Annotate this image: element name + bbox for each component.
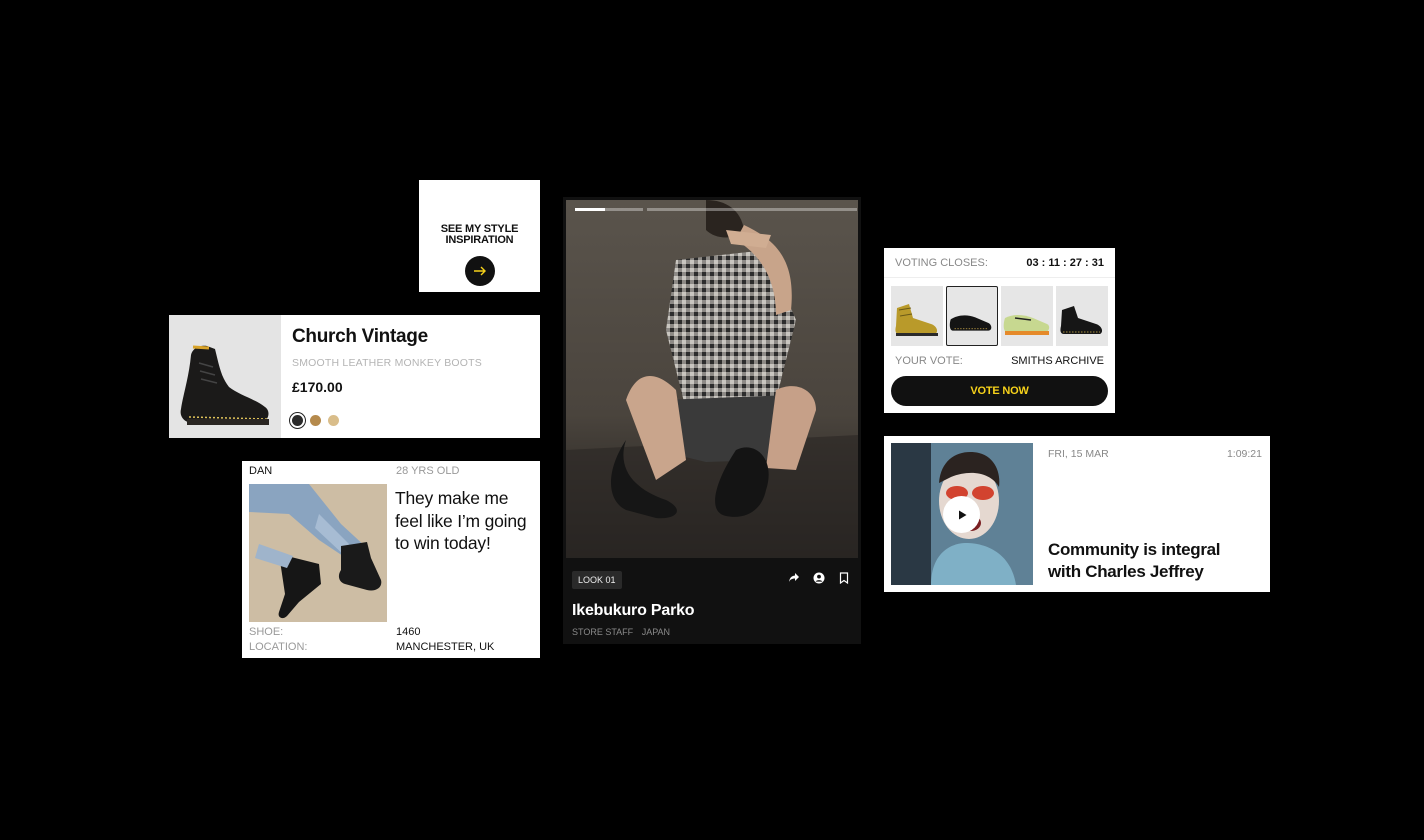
video-card[interactable]: FRI, 15 MAR 1:09:21 Community is integra…	[884, 436, 1270, 592]
voting-countdown: 03 : 11 : 27 : 31	[1026, 257, 1104, 269]
look-role: STORE STAFF	[572, 627, 634, 637]
swatch-sand[interactable]	[328, 415, 339, 426]
testimonial-card: DAN 28 YRS OLD They make me feel like I’…	[242, 461, 540, 658]
look-photo	[566, 200, 858, 558]
look-card[interactable]: LOOK 01 Ikebukuro Parko STORE STAFF JAPA…	[563, 197, 861, 644]
your-vote-value: SMITHS ARCHIVE	[1011, 355, 1104, 367]
shoe-value: 1460	[396, 626, 421, 638]
vote-option-2[interactable]	[946, 286, 998, 346]
arrow-right-icon	[473, 266, 486, 276]
vote-option-3[interactable]	[1001, 286, 1053, 346]
testimonial-name: DAN	[249, 465, 273, 477]
video-thumbnail	[891, 443, 1033, 585]
voting-card: VOTING CLOSES: 03 : 11 : 27 : 31 YOUR VO…	[884, 248, 1115, 413]
video-duration: 1:09:21	[1226, 448, 1262, 460]
style-inspiration-button[interactable]	[464, 256, 495, 286]
style-inspiration-card[interactable]: SEE MY STYLE INSPIRATION	[419, 180, 540, 292]
color-swatches	[292, 415, 339, 426]
product-image	[169, 315, 281, 438]
video-title: Community is integral with Charles Jeffr…	[1048, 540, 1221, 581]
vote-option-4[interactable]	[1056, 286, 1108, 346]
swatch-tan[interactable]	[310, 415, 321, 426]
vote-now-button[interactable]: VOTE NOW	[891, 376, 1108, 406]
play-button[interactable]	[943, 496, 980, 533]
location-value: MANCHESTER, UK	[396, 641, 495, 653]
progress-segment-2	[647, 208, 857, 211]
vote-option-1[interactable]	[891, 286, 943, 346]
location-label: LOCATION:	[249, 641, 308, 653]
voting-closes-label: VOTING CLOSES:	[895, 257, 988, 269]
look-tag: LOOK 01	[572, 571, 622, 589]
bookmark-icon[interactable]	[838, 572, 850, 584]
look-country: JAPAN	[641, 627, 671, 637]
testimonial-photo	[249, 484, 387, 622]
style-inspiration-label: SEE MY STYLE INSPIRATION	[440, 223, 519, 246]
progress-segment-1	[575, 208, 643, 211]
user-icon[interactable]	[813, 572, 825, 584]
product-card[interactable]: Church Vintage SMOOTH LEATHER MONKEY BOO…	[169, 315, 540, 438]
testimonial-age: 28 YRS OLD	[396, 465, 460, 477]
vote-options	[891, 286, 1108, 346]
product-price: £170.00	[292, 379, 343, 395]
story-progress	[575, 208, 857, 211]
look-meta: STORE STAFF JAPAN	[572, 627, 676, 637]
product-name: Church Vintage	[292, 326, 428, 347]
share-icon[interactable]	[788, 572, 800, 584]
divider	[884, 277, 1115, 278]
product-subtitle: SMOOTH LEATHER MONKEY BOOTS	[292, 357, 482, 369]
play-icon	[958, 510, 966, 519]
look-title: Ikebukuro Parko	[572, 602, 695, 619]
video-date: FRI, 15 MAR	[1048, 448, 1109, 460]
swatch-black[interactable]	[292, 415, 303, 426]
shoe-label: SHOE:	[249, 626, 284, 638]
your-vote-label: YOUR VOTE:	[895, 355, 963, 367]
look-actions	[788, 572, 850, 584]
testimonial-quote: They make me feel like I’m going to win …	[395, 488, 527, 553]
